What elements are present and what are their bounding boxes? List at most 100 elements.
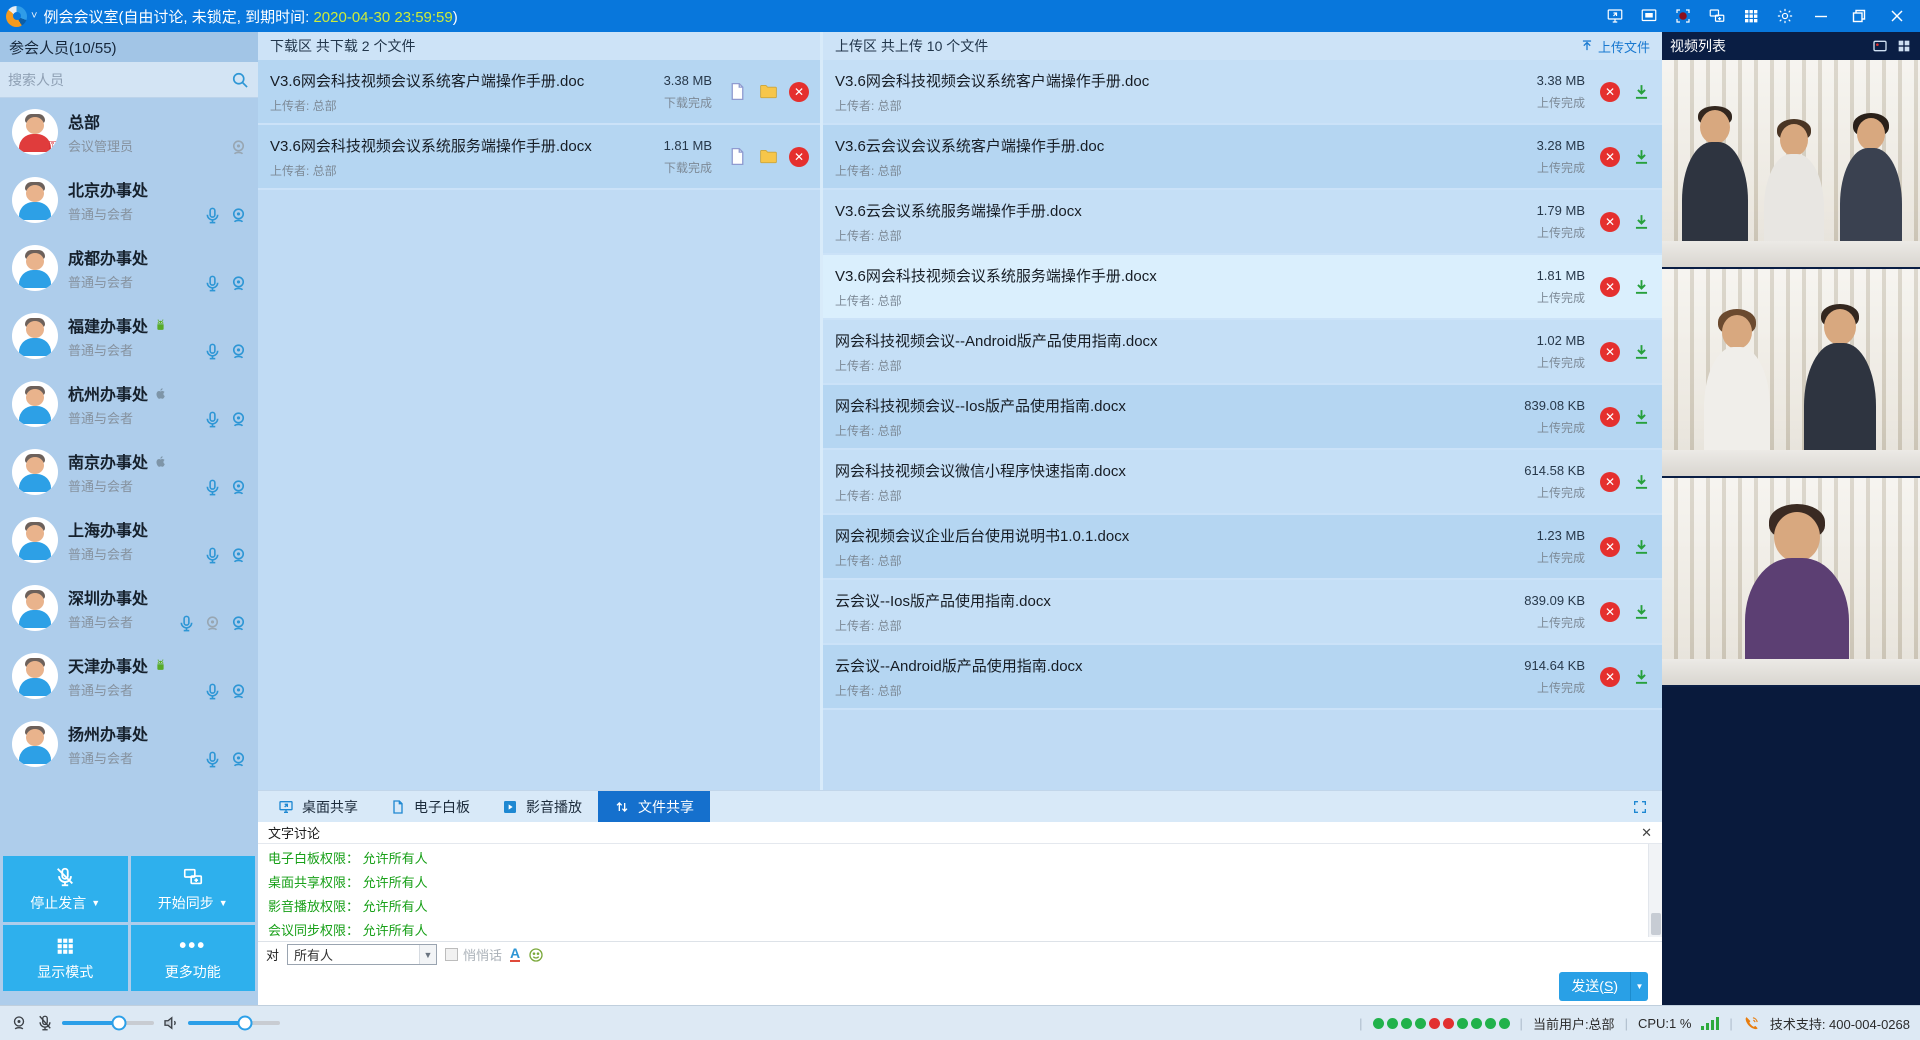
- upload-file-row[interactable]: V3.6网会科技视频会议系统客户端操作手册.doc上传者: 总部 3.38 MB…: [823, 60, 1662, 125]
- font-style-icon[interactable]: A: [510, 947, 520, 962]
- sync-screens-icon[interactable]: [1702, 3, 1732, 29]
- delete-file-icon[interactable]: ✕: [1599, 81, 1621, 103]
- upload-file-row-selected[interactable]: V3.6网会科技视频会议系统服务端操作手册.docx上传者: 总部 1.81 M…: [823, 255, 1662, 320]
- tab-file-share[interactable]: 文件共享: [598, 791, 710, 822]
- record-icon[interactable]: [1668, 3, 1698, 29]
- upload-file-row[interactable]: 网会科技视频会议微信小程序快速指南.docx上传者: 总部 614.58 KB上…: [823, 450, 1662, 515]
- download-file-row[interactable]: V3.6网会科技视频会议系统客户端操作手册.doc 上传者: 总部 3.38 M…: [258, 60, 820, 125]
- start-sync-button[interactable]: 开始同步▼: [131, 856, 256, 922]
- mic-muted-icon[interactable]: [36, 1014, 54, 1032]
- delete-file-icon[interactable]: ✕: [1599, 601, 1621, 623]
- webcam-icon[interactable]: [229, 682, 248, 701]
- mic-icon[interactable]: [203, 546, 222, 565]
- download-file-icon[interactable]: [1630, 471, 1652, 493]
- download-file-icon[interactable]: [1630, 146, 1652, 168]
- chat-scrollbar[interactable]: [1648, 844, 1662, 937]
- download-file-icon[interactable]: [1630, 601, 1652, 623]
- grid-view-icon[interactable]: [1896, 38, 1912, 54]
- search-input[interactable]: [8, 72, 230, 88]
- upload-file-row[interactable]: V3.6云会议系统服务端操作手册.docx上传者: 总部 1.79 MB上传完成…: [823, 190, 1662, 255]
- mic-icon[interactable]: [203, 410, 222, 429]
- participant-row[interactable]: 福建办事处 普通与会者: [0, 302, 258, 370]
- delete-file-icon[interactable]: ✕: [1599, 666, 1621, 688]
- emoji-icon[interactable]: [528, 947, 544, 963]
- delete-file-icon[interactable]: ✕: [1599, 471, 1621, 493]
- open-file-icon[interactable]: [726, 146, 748, 168]
- download-file-icon[interactable]: [1630, 406, 1652, 428]
- webcam-icon[interactable]: [229, 206, 248, 225]
- webcam-icon[interactable]: [229, 750, 248, 769]
- upload-file-row[interactable]: 网会视频会议企业后台使用说明书1.0.1.docx上传者: 总部 1.23 MB…: [823, 515, 1662, 580]
- stop-speaking-button[interactable]: 停止发言▼: [3, 856, 128, 922]
- participant-row[interactable]: 天津办事处 普通与会者: [0, 642, 258, 710]
- video-tile[interactable]: [1662, 60, 1920, 269]
- expand-icon[interactable]: [1632, 791, 1648, 822]
- participant-row[interactable]: ⚿ 总部 会议管理员: [0, 98, 258, 166]
- open-file-icon[interactable]: [726, 81, 748, 103]
- participant-row[interactable]: 北京办事处 普通与会者: [0, 166, 258, 234]
- participant-row[interactable]: 上海办事处 普通与会者: [0, 506, 258, 574]
- search-icon[interactable]: [230, 70, 250, 90]
- webcam-disabled-icon[interactable]: [203, 614, 222, 633]
- upload-file-row[interactable]: 网会科技视频会议--Android版产品使用指南.docx上传者: 总部 1.0…: [823, 320, 1662, 385]
- settings-gear-icon[interactable]: [1770, 3, 1800, 29]
- download-file-icon[interactable]: [1630, 536, 1652, 558]
- delete-file-icon[interactable]: ✕: [788, 81, 810, 103]
- send-button[interactable]: 发送(S): [1559, 972, 1630, 1001]
- video-tile[interactable]: [1662, 478, 1920, 687]
- delete-file-icon[interactable]: ✕: [788, 146, 810, 168]
- delete-file-icon[interactable]: ✕: [1599, 211, 1621, 233]
- delete-file-icon[interactable]: ✕: [1599, 276, 1621, 298]
- download-file-icon[interactable]: [1630, 666, 1652, 688]
- download-file-icon[interactable]: [1630, 341, 1652, 363]
- participant-row[interactable]: 深圳办事处 普通与会者: [0, 574, 258, 642]
- app-logo-icon[interactable]: [6, 6, 27, 27]
- webcam-icon[interactable]: [229, 478, 248, 497]
- participant-row[interactable]: 杭州办事处 普通与会者: [0, 370, 258, 438]
- close-button[interactable]: [1880, 3, 1914, 29]
- delete-file-icon[interactable]: ✕: [1599, 146, 1621, 168]
- recipient-select[interactable]: 所有人 ▼: [287, 944, 437, 965]
- open-folder-icon[interactable]: [757, 81, 779, 103]
- mic-icon[interactable]: [203, 750, 222, 769]
- mic-icon[interactable]: [203, 274, 222, 293]
- webcam-icon[interactable]: [229, 274, 248, 293]
- webcam-icon[interactable]: [229, 546, 248, 565]
- send-options-arrow[interactable]: ▼: [1630, 972, 1648, 1001]
- mic-icon[interactable]: [203, 682, 222, 701]
- webcam-icon[interactable]: [229, 342, 248, 361]
- mic-icon[interactable]: [177, 614, 196, 633]
- maximize-button[interactable]: [1842, 3, 1876, 29]
- participant-row[interactable]: 成都办事处 普通与会者: [0, 234, 258, 302]
- display-mode-button[interactable]: 显示模式: [3, 925, 128, 991]
- mic-volume-slider[interactable]: [62, 1015, 154, 1031]
- mic-icon[interactable]: [203, 342, 222, 361]
- delete-file-icon[interactable]: ✕: [1599, 536, 1621, 558]
- mic-icon[interactable]: [203, 206, 222, 225]
- participant-row[interactable]: 南京办事处 普通与会者: [0, 438, 258, 506]
- speaker-icon[interactable]: [162, 1014, 180, 1032]
- speaker-volume-slider[interactable]: [188, 1015, 280, 1031]
- participant-row[interactable]: 扬州办事处 普通与会者: [0, 710, 258, 778]
- more-functions-button[interactable]: ••• 更多功能: [131, 925, 256, 991]
- open-folder-icon[interactable]: [757, 146, 779, 168]
- download-file-icon[interactable]: [1630, 81, 1652, 103]
- download-file-icon[interactable]: [1630, 276, 1652, 298]
- download-file-row[interactable]: V3.6网会科技视频会议系统服务端操作手册.docx 上传者: 总部 1.81 …: [258, 125, 820, 190]
- chat-close-icon[interactable]: ✕: [1641, 825, 1652, 841]
- delete-file-icon[interactable]: ✕: [1599, 406, 1621, 428]
- upload-file-row[interactable]: 云会议--Android版产品使用指南.docx上传者: 总部 914.64 K…: [823, 645, 1662, 710]
- fullscreen-icon[interactable]: [1634, 3, 1664, 29]
- webcam-icon[interactable]: [229, 614, 248, 633]
- webcam-status-icon[interactable]: [10, 1014, 28, 1032]
- upload-file-row[interactable]: 网会科技视频会议--Ios版产品使用指南.docx上传者: 总部 839.08 …: [823, 385, 1662, 450]
- tab-whiteboard[interactable]: 电子白板: [374, 791, 486, 822]
- delete-file-icon[interactable]: ✕: [1599, 341, 1621, 363]
- download-file-icon[interactable]: [1630, 211, 1652, 233]
- tab-desktop-share[interactable]: 桌面共享: [262, 791, 374, 822]
- webcam-icon[interactable]: [229, 410, 248, 429]
- grid-layout-icon[interactable]: [1736, 3, 1766, 29]
- webcam-icon[interactable]: [229, 138, 248, 157]
- upload-file-row[interactable]: V3.6云会议会议系统客户端操作手册.doc上传者: 总部 3.28 MB上传完…: [823, 125, 1662, 190]
- video-layout-icon[interactable]: [1872, 38, 1888, 54]
